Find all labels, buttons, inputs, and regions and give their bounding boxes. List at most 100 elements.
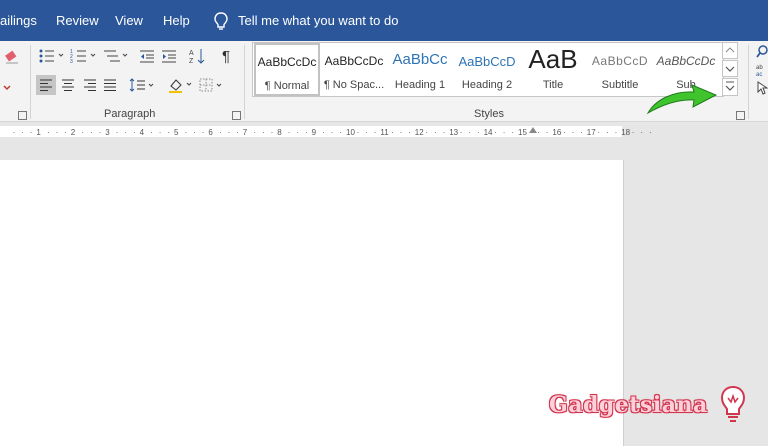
ruler-mark: · [287,128,291,137]
style-heading-1[interactable]: AaBbCc Heading 1 [387,44,453,95]
tab-help[interactable]: Help [163,0,190,41]
line-spacing-button[interactable] [128,75,156,95]
ruler-mark: · [47,128,50,137]
ruler-mark: · [606,128,609,137]
svg-text:3: 3 [70,59,73,64]
gallery-scroll-up[interactable] [722,42,738,59]
ruler-mark: · [477,128,480,137]
ruler-number: 6 [208,128,213,137]
ruler-number: 14 [483,128,493,137]
ruler-mark: · [339,128,343,137]
ruler-mark: · [322,128,325,137]
replace-icon[interactable]: ab ac [756,63,768,77]
bullets-button[interactable] [38,47,66,65]
tab-mailings[interactable]: ailings [0,0,37,41]
gallery-more-button[interactable] [722,78,738,96]
watermark-logo: Gadgetsiana [549,392,708,418]
ruler-mark: · [408,128,411,137]
style-preview: AaBbCcDc [324,54,384,68]
ruler-number: 16 [552,128,562,137]
menu-bar: ailings Review View Help Tell me what yo… [0,0,768,41]
style-name: Heading 1 [394,79,446,91]
ruler-number: 18 [621,128,631,137]
ruler-mark: · [373,128,377,137]
select-icon[interactable] [756,81,768,95]
style-preview: AaB [528,44,578,74]
sort-icon[interactable]: AZ [188,47,206,65]
ruler-number: 15 [518,128,527,137]
borders-button[interactable] [198,75,226,95]
ruler-mark: · [365,128,368,137]
ruler-mark: · [649,128,652,137]
ruler-number: 4 [139,128,145,137]
ruler-mark: · [442,128,446,137]
ruler-mark: · [434,128,437,137]
style-subtitle[interactable]: AaBbCcD Subtitle [587,44,653,95]
style-name: Subtitle [601,79,639,91]
style-preview: AaBbCcD [591,54,649,68]
styles-group-label: Styles [474,108,504,120]
show-formatting-marks-icon[interactable]: ¶ [218,47,234,65]
ruler-number: 1 [36,128,41,137]
find-icon[interactable] [756,45,768,59]
lightbulb-icon[interactable] [212,11,230,31]
ruler-mark: · [167,128,171,137]
paragraph-group-label: Paragraph [104,108,156,120]
ruler-mark: · [511,128,515,137]
gallery-scroll-down[interactable] [722,60,738,77]
ruler-number: 8 [277,128,282,137]
style-no-spacing[interactable]: AaBbCcDc ¶ No Spac... [321,44,387,95]
ruler-mark: · [115,128,119,137]
group-divider [748,45,749,119]
ruler-mark: · [193,128,196,137]
ruler-number: 2 [70,128,76,137]
clear-formatting-icon[interactable] [4,49,20,65]
font-dialog-launcher[interactable] [18,111,27,120]
svg-text:A: A [189,50,194,57]
style-title[interactable]: AaB Title [520,44,586,95]
increase-indent-icon[interactable] [160,47,178,65]
ruler-mark: · [12,128,16,137]
style-preview: AaBbCc [392,51,448,68]
decrease-indent-icon[interactable] [138,47,156,65]
styles-dialog-launcher[interactable] [736,111,745,120]
ruler-mark: · [201,128,205,137]
tab-view[interactable]: View [115,0,143,41]
ruler-number: 3 [105,128,110,137]
ruler-mark: · [29,128,33,137]
align-right-button[interactable] [80,75,100,95]
style-name: ¶ No Spac... [323,79,385,91]
ruler-mark: · [184,128,188,137]
dropdown-arrow-icon[interactable] [0,81,14,95]
svg-text:ac: ac [756,72,762,77]
justify-button[interactable] [100,75,120,95]
ruler-mark: · [399,128,403,137]
align-left-button[interactable] [36,75,56,95]
numbering-button[interactable]: 123 [70,47,98,65]
ruler-mark: · [124,128,128,137]
multilevel-list-button[interactable] [102,47,130,65]
paragraph-dialog-launcher[interactable] [232,111,241,120]
ruler-mark: · [227,128,231,137]
ruler-number: 11 [380,128,389,137]
align-center-button[interactable] [58,75,78,95]
ruler-mark: · [502,128,506,137]
style-normal[interactable]: AaBbCcDc ¶ Normal [254,43,320,96]
ruler-number: 9 [311,128,317,137]
indent-marker-icon[interactable] [529,127,537,133]
tab-review[interactable]: Review [56,0,99,41]
shading-button[interactable] [166,75,194,95]
ruler-number: 5 [174,128,179,137]
horizontal-ruler[interactable]: · · · · · · · · · · · · · · · · · · · · · · · · · · · · · · · · · · · · · · · ·… [0,126,652,137]
style-name: ¶ Normal [264,80,310,92]
document-page[interactable] [0,160,624,446]
ruler-mark: · [614,128,618,137]
ruler-number: 17 [586,128,596,137]
tell-me-search[interactable]: Tell me what you want to do [238,0,398,41]
ruler-mark: · [270,128,274,137]
ruler-mark: · [81,128,85,137]
ruler-mark: · [305,128,308,137]
ruler-mark: · [425,128,429,137]
style-heading-2[interactable]: AaBbCcD Heading 2 [454,44,520,95]
ruler-number: 7 [242,128,248,137]
